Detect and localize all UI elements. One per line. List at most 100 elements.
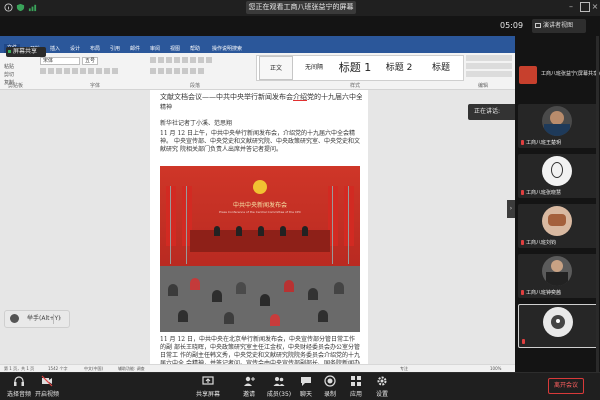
tab-design[interactable]: 设计	[70, 45, 80, 52]
view-strip: 05:09 演讲者视图	[0, 16, 600, 36]
maximize-button[interactable]	[580, 2, 590, 12]
tool-copy[interactable]: 复制	[4, 79, 46, 87]
group-paragraph: 段落	[190, 83, 201, 89]
tab-references[interactable]: 引用	[110, 45, 120, 52]
doc-para-1: 11 月 12 日上午，中共中央举行新闻发布会，介绍党的十九届六中全会精神。 中…	[160, 130, 360, 154]
record-button[interactable]: 录制	[318, 375, 342, 398]
tab-review[interactable]: 审阅	[150, 45, 160, 52]
avatar	[542, 206, 572, 236]
avatar	[542, 106, 572, 136]
share-dot-icon	[8, 50, 11, 53]
chat-label: 聊天	[299, 391, 312, 398]
participant-sharer[interactable]: 工商八班张益宁(屏幕共享)	[515, 64, 600, 86]
group-styles: 样式	[350, 83, 361, 89]
signal-icon	[28, 4, 37, 12]
mic-muted-icon	[521, 190, 524, 195]
tool-paste[interactable]: 粘贴	[4, 63, 46, 71]
meeting-toolbar: 选择音频 开启视频 共享屏幕 邀请 成员(35) 聊天 录制 应用 设置 离开会…	[0, 372, 600, 400]
style-title[interactable]: 标题	[421, 56, 461, 80]
font-name-box[interactable]: 宋体	[40, 57, 80, 65]
headphones-icon	[14, 376, 24, 386]
collapse-panel-button[interactable]: ›	[507, 200, 515, 218]
font-format-buttons[interactable]	[40, 68, 118, 74]
speaker-view-button[interactable]: 演讲者视图	[532, 19, 586, 33]
chat-icon	[301, 377, 311, 386]
participant-tile[interactable]: 工商八班刘钧	[518, 204, 598, 248]
word-ribbon: 宋体 五号 剪贴板 字体 段落 样式 编辑 正文 无间隔 标题 1 标题 2 标…	[0, 53, 515, 90]
press-conference-photo: 中共中央新闻发布会 Press Conference of the Centra…	[160, 166, 360, 332]
minimize-button[interactable]: –	[566, 2, 576, 12]
settings-label: 设置	[375, 391, 388, 398]
heading-emph: 介绍	[293, 93, 307, 101]
viewing-banner[interactable]: 您正在观看工商八班张益宁的屏幕	[246, 1, 356, 14]
avatar	[542, 156, 572, 186]
audio-label: 选择音频	[6, 391, 31, 398]
apps-label: 应用	[349, 391, 362, 398]
raise-hand-label: 举手(Alt+Y)	[27, 315, 61, 322]
status-zoom[interactable]: 100%	[490, 366, 501, 371]
participant-name: 工商八班张晓慧	[521, 189, 561, 196]
screen-share-tag[interactable]: 屏幕共享	[6, 47, 46, 57]
photo-backdrop-subtitle: Press Conference of the Central Committe…	[219, 210, 301, 214]
paragraph-buttons[interactable]	[150, 57, 212, 63]
group-editing: 编辑	[478, 83, 489, 89]
raise-hand-button[interactable]: 举手(Alt+Y) ‹	[4, 310, 70, 328]
panel-scrollbar[interactable]	[596, 36, 599, 372]
share-screen-button[interactable]: 共享屏幕	[194, 375, 222, 398]
tab-help[interactable]: 帮助	[190, 45, 200, 52]
participant-tile[interactable]	[518, 304, 598, 348]
font-size-box[interactable]: 五号	[82, 57, 98, 65]
style-heading-1[interactable]: 标题 1	[333, 56, 377, 80]
speaking-label: 正在讲话:	[474, 108, 501, 115]
avatar	[519, 66, 537, 84]
participants-panel: 工商八班张益宁(屏幕共享) 工商八班王楚玥 工商八班张晓慧 工商八班刘钧 工商八…	[515, 36, 600, 372]
style-normal[interactable]: 正文	[259, 56, 293, 80]
tab-insert[interactable]: 插入	[50, 45, 60, 52]
video-button[interactable]: 开启视频	[34, 375, 60, 398]
editing-group[interactable]	[466, 55, 512, 81]
invite-label: 邀请	[242, 391, 255, 398]
party-emblem-icon	[253, 180, 267, 194]
doc-byline: 新华社记者丁小溪、范思翔	[160, 120, 233, 127]
meeting-window: 您正在观看工商八班张益宁的屏幕 – × 05:09 演讲者视图 文件 开始 插入…	[0, 0, 600, 400]
style-gallery: 正文 无间隔 标题 1 标题 2 标题	[256, 55, 464, 81]
tell-me-search[interactable]: 操作说明搜索	[212, 45, 242, 52]
tool-cut[interactable]: 剪切	[4, 71, 46, 79]
leave-meeting-button[interactable]: 离开会议	[548, 378, 584, 394]
word-status-bar: 第 1 页，共 1 页 1542 个字 中文(中国) 辅助功能: 调查 专注 1…	[0, 364, 515, 372]
chevron-left-icon[interactable]: ‹	[59, 311, 61, 327]
settings-button[interactable]: 设置	[370, 375, 394, 398]
participant-tile[interactable]: 工商八班王楚玥	[518, 104, 598, 148]
heading-post: 中共中央举行新闻发布会	[216, 93, 293, 101]
title-bar: 您正在观看工商八班张益宁的屏幕 – ×	[0, 0, 600, 16]
audio-button[interactable]: 选择音频	[4, 375, 34, 398]
document-area[interactable]: 文献文档会议——中共中央举行新闻发布会介绍党的十九届六中全会 精神 新华社记者丁…	[0, 90, 515, 372]
apps-icon	[351, 376, 361, 386]
participant-name: 工商八班刘钧	[521, 239, 556, 246]
invite-button[interactable]: 邀请	[236, 375, 262, 398]
group-font: 字体	[90, 83, 101, 89]
heading-pre: 文献文档会议——	[160, 93, 216, 101]
tab-layout[interactable]: 布局	[90, 45, 100, 52]
chat-button[interactable]: 聊天	[294, 375, 318, 398]
apps-button[interactable]: 应用	[344, 375, 368, 398]
tab-mailings[interactable]: 邮件	[130, 45, 140, 52]
participant-tile[interactable]: 工商八班张晓慧	[518, 154, 598, 198]
document-page[interactable]: 文献文档会议——中共中央举行新闻发布会介绍党的十九届六中全会 精神 新华社记者丁…	[150, 90, 368, 372]
share-screen-icon	[202, 376, 214, 385]
meeting-timer: 05:09	[500, 21, 524, 30]
style-no-spacing[interactable]: 无间隔	[297, 56, 331, 80]
avatar	[542, 256, 572, 286]
participant-tile[interactable]: 工商八班钟奕茜	[518, 254, 598, 298]
record-icon	[324, 375, 336, 387]
close-button[interactable]: ×	[590, 2, 600, 12]
tab-view[interactable]: 视图	[170, 45, 180, 52]
participant-name: 工商八班张益宁(屏幕共享)	[541, 71, 600, 77]
align-buttons[interactable]	[150, 68, 204, 74]
info-icon[interactable]	[4, 3, 13, 12]
shield-icon[interactable]	[16, 3, 25, 12]
shared-screen: 文件 开始 插入 设计 布局 引用 邮件 审阅 视图 帮助 操作说明搜索 宋体 …	[0, 36, 515, 372]
status-icons	[4, 3, 37, 12]
members-button[interactable]: 成员(35)	[264, 375, 294, 398]
style-heading-2[interactable]: 标题 2	[377, 56, 421, 80]
